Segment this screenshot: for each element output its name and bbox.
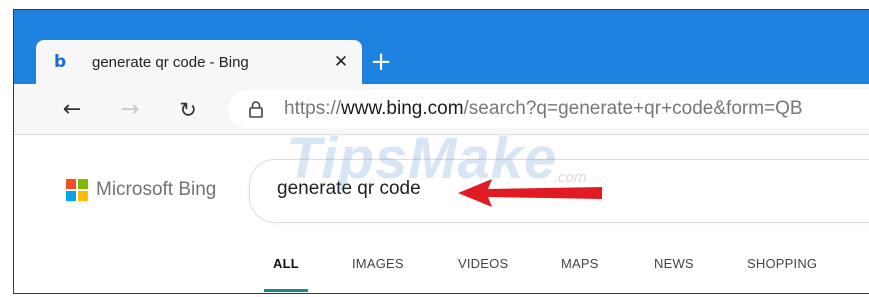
logo-text: Microsoft Bing <box>96 179 217 200</box>
scope-videos[interactable]: VIDEOS <box>458 256 508 271</box>
url-text[interactable]: https://www.bing.com/search?q=generate+q… <box>284 98 803 120</box>
lock-icon[interactable] <box>246 99 266 119</box>
scope-shopping[interactable]: SHOPPING <box>747 256 817 271</box>
scope-images[interactable]: IMAGES <box>352 256 404 271</box>
close-icon[interactable]: ✕ <box>329 50 353 74</box>
active-scope-indicator <box>264 289 308 292</box>
browser-toolbar: ← → ↻ https://www.bing.com/search?q=gene… <box>14 84 869 135</box>
microsoft-logo-icon <box>66 179 88 201</box>
bing-page: Microsoft Bing generate qr code ALL IMAG… <box>14 135 869 293</box>
tab-bing-search[interactable]: b generate qr code - Bing ✕ <box>36 40 362 84</box>
browser-window: b generate qr code - Bing ✕ + ← → ↻ http… <box>13 9 869 294</box>
scope-maps[interactable]: MAPS <box>561 256 599 271</box>
search-scopes: ALL IMAGES VIDEOS MAPS NEWS SHOPPING <box>14 252 869 292</box>
tab-strip: b generate qr code - Bing ✕ + <box>14 10 869 84</box>
red-arrow-icon <box>458 179 602 207</box>
forward-icon[interactable]: → <box>116 96 144 124</box>
url-prefix: https:// <box>284 98 342 119</box>
back-icon[interactable]: ← <box>58 96 86 124</box>
scope-all[interactable]: ALL <box>273 256 299 271</box>
tab-title: generate qr code - Bing <box>92 54 249 71</box>
search-query-text: generate qr code <box>277 178 421 199</box>
address-bar[interactable]: https://www.bing.com/search?q=generate+q… <box>228 90 869 128</box>
scope-news[interactable]: NEWS <box>654 256 694 271</box>
url-host: www.bing.com <box>341 98 464 119</box>
url-path: /search?q=generate+qr+code&form=QB <box>463 98 803 119</box>
refresh-icon[interactable]: ↻ <box>174 96 202 124</box>
bing-favicon-icon: b <box>54 52 67 72</box>
new-tab-button[interactable]: + <box>366 48 396 78</box>
